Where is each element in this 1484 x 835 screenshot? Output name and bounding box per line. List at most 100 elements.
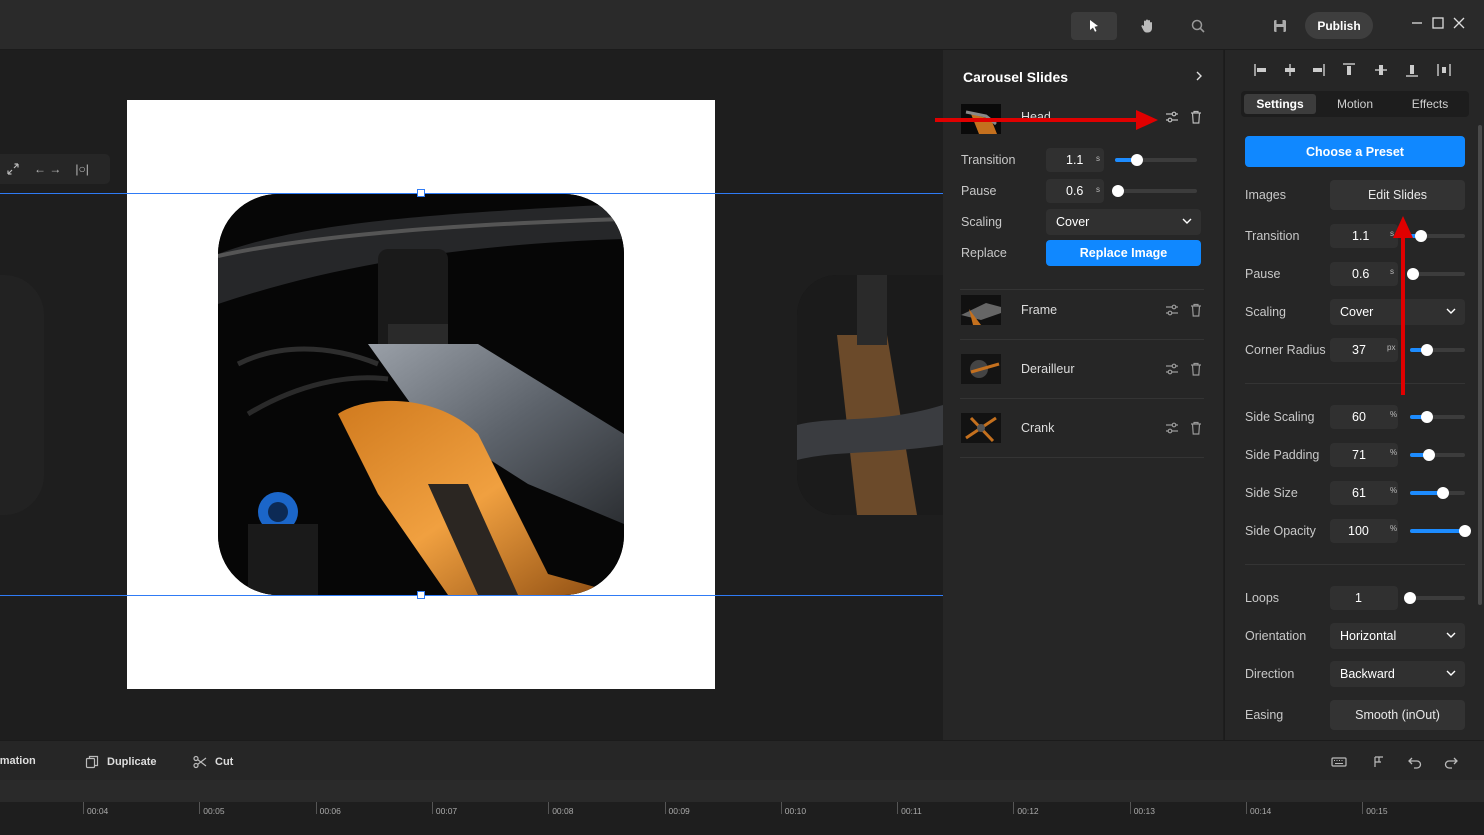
publish-button[interactable]: Publish (1305, 12, 1373, 39)
hand-tool[interactable] (1124, 12, 1170, 40)
direction-select[interactable]: Backward (1330, 661, 1465, 687)
minimize-icon[interactable] (1410, 16, 1424, 30)
top-toolbar: Publish (0, 0, 1484, 50)
side-scaling-slider[interactable] (1410, 411, 1465, 423)
animation-button[interactable]: Animation (0, 755, 36, 767)
keyboard-icon[interactable] (1331, 754, 1347, 770)
carousel-main-slide-image[interactable] (218, 194, 624, 595)
properties-panel: Settings Motion Effects Choose a Preset … (1224, 50, 1484, 740)
trash-icon[interactable] (1188, 302, 1204, 318)
timeline-ruler[interactable] (0, 780, 1484, 802)
loops-input[interactable]: 1 (1330, 586, 1398, 610)
align-top-icon[interactable] (1341, 62, 1357, 78)
align-left-icon[interactable] (1253, 62, 1269, 78)
bottom-toolbar: Animation Duplicate Cut (0, 740, 1484, 780)
close-icon[interactable] (1452, 16, 1466, 30)
cut-button[interactable]: Cut (193, 755, 233, 769)
slide-settings-icon[interactable] (1164, 302, 1180, 318)
canvas[interactable]: ← → |○| (0, 50, 943, 740)
easing-button[interactable]: Smooth (inOut) (1330, 700, 1465, 730)
pause-label: Pause (1245, 267, 1281, 281)
scaling-select[interactable]: Cover (1330, 299, 1465, 325)
properties-scrollbar[interactable] (1478, 125, 1482, 605)
side-padding-input[interactable]: 71 (1330, 443, 1398, 467)
timeline-tick-label: 00:08 (552, 806, 574, 816)
side-size-input[interactable]: 61 (1330, 481, 1398, 505)
slide-settings-icon[interactable] (1164, 361, 1180, 377)
save-button[interactable] (1257, 12, 1303, 40)
timeline-tick (1129, 802, 1131, 814)
side-padding-slider[interactable] (1410, 449, 1465, 461)
side-scaling-input[interactable]: 60 (1330, 405, 1398, 429)
cursor-icon (1090, 20, 1098, 32)
carousel-side-slide-right (797, 275, 943, 515)
pause-slider[interactable] (1112, 185, 1197, 197)
maximize-icon[interactable] (1431, 16, 1445, 30)
side-opacity-input[interactable]: 100 (1330, 519, 1398, 543)
duplicate-button[interactable]: Duplicate (85, 755, 157, 769)
redo-icon[interactable] (1443, 754, 1459, 770)
tab-motion[interactable]: Motion (1319, 94, 1391, 114)
align-bottom-icon[interactable] (1404, 62, 1420, 78)
timeline-tick (1013, 802, 1015, 814)
timeline-tick (664, 802, 666, 814)
resize-handle-top[interactable] (417, 189, 425, 197)
slider-knob[interactable] (1415, 230, 1427, 242)
side-opacity-slider[interactable] (1410, 525, 1471, 537)
align-center-v-icon[interactable] (1373, 62, 1389, 78)
slide-item-crank[interactable]: Crank (960, 399, 1204, 458)
align-right-icon[interactable] (1310, 62, 1326, 78)
corner-radius-slider[interactable] (1410, 344, 1465, 356)
transition-input[interactable]: 1.1 (1330, 224, 1398, 248)
distribute-icon[interactable] (1436, 62, 1452, 78)
pause-unit: s (1096, 185, 1100, 194)
transition-slider[interactable] (1115, 154, 1197, 166)
trash-icon[interactable] (1188, 109, 1204, 125)
side-size-label: Side Size (1245, 486, 1298, 500)
divider (1245, 564, 1465, 565)
trash-icon[interactable] (1188, 361, 1204, 377)
padding-icon[interactable]: |○| (75, 162, 88, 176)
align-center-h-icon[interactable] (1282, 62, 1298, 78)
edit-slides-button[interactable]: Edit Slides (1330, 180, 1465, 210)
slide-name: Crank (1021, 421, 1055, 435)
slider-knob[interactable] (1459, 525, 1471, 537)
pause-input[interactable]: 0.6 (1330, 262, 1398, 286)
scaling-label: Scaling (1245, 305, 1286, 319)
slide-settings-icon[interactable] (1164, 109, 1180, 125)
slider-knob[interactable] (1420, 411, 1433, 423)
transition-label: Transition (961, 153, 1016, 167)
scaling-select[interactable]: Cover (1046, 209, 1201, 235)
slide-settings-icon[interactable] (1164, 420, 1180, 436)
slider-knob[interactable] (1420, 344, 1433, 356)
timeline-tick (780, 802, 782, 814)
transition-slider[interactable] (1410, 230, 1465, 242)
slider-knob[interactable] (1404, 592, 1416, 604)
orientation-select[interactable]: Horizontal (1330, 623, 1465, 649)
expand-icon[interactable] (6, 162, 20, 176)
trash-icon[interactable] (1188, 420, 1204, 436)
undo-icon[interactable] (1407, 754, 1423, 770)
side-size-slider[interactable] (1410, 487, 1465, 499)
slider-knob[interactable] (1406, 268, 1419, 280)
tab-settings[interactable]: Settings (1244, 94, 1316, 114)
timeline-tick-label: 00:15 (1366, 806, 1388, 816)
slide-item-derailleur[interactable]: Derailleur (960, 340, 1204, 399)
snap-icon[interactable] (1371, 754, 1387, 770)
choose-preset-button[interactable]: Choose a Preset (1245, 136, 1465, 167)
replace-image-button[interactable]: Replace Image (1046, 240, 1201, 266)
tab-effects[interactable]: Effects (1394, 94, 1466, 114)
loops-slider[interactable] (1404, 592, 1465, 604)
pause-slider[interactable] (1406, 268, 1465, 280)
timeline[interactable]: 00:04 00:05 00:06 00:07 00:08 00:09 00:10 00:11… (0, 780, 1484, 835)
slide-item-frame[interactable]: Frame (960, 281, 1204, 340)
duplicate-icon (85, 755, 99, 769)
resize-handle-bottom[interactable] (417, 591, 425, 599)
slider-knob[interactable] (1423, 449, 1436, 461)
slider-knob[interactable] (1437, 487, 1449, 499)
timeline-tick-label: 00:13 (1133, 806, 1155, 816)
chevron-right-icon[interactable] (1193, 70, 1205, 82)
zoom-tool[interactable] (1175, 12, 1221, 40)
arrows-icon[interactable]: ← → (34, 162, 61, 176)
select-tool[interactable] (1071, 12, 1117, 40)
